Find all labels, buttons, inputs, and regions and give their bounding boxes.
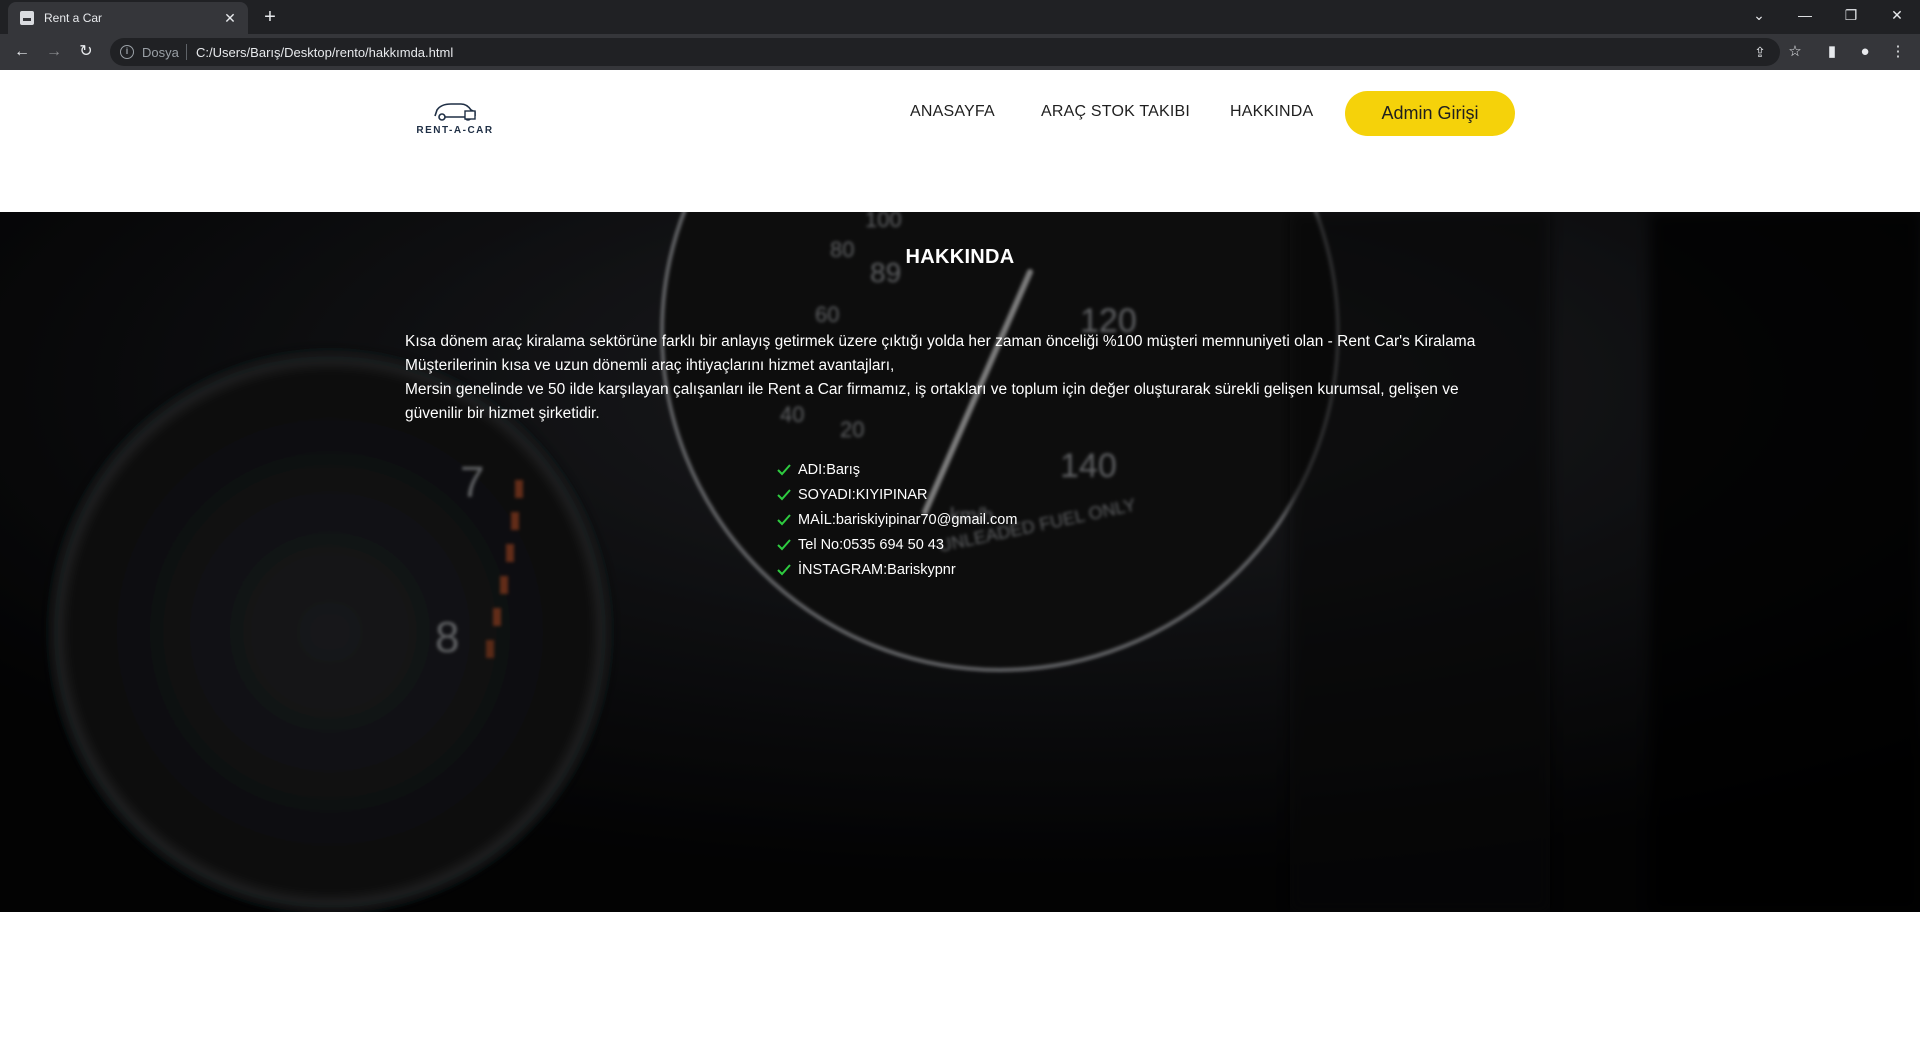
contact-name: ADI:Barış [777, 458, 1017, 483]
nav-link-hakkinda[interactable]: HAKKINDA [1230, 103, 1313, 121]
address-url[interactable]: C:/Users/Barış/Desktop/rento/hakkımda.ht… [196, 45, 453, 60]
reload-icon[interactable]: ↻ [74, 40, 98, 64]
check-icon [777, 489, 791, 501]
plus-icon[interactable]: + [258, 5, 282, 29]
address-scheme: Dosya [142, 45, 179, 60]
contact-text: ADI:Barış [798, 462, 861, 478]
browser-tab[interactable]: Rent a Car ✕ [8, 2, 248, 34]
back-icon[interactable]: ← [10, 40, 34, 64]
address-divider [186, 44, 187, 60]
tab-title: Rent a Car [44, 11, 103, 25]
browser-toolbar: ← → ↻ i Dosya C:/Users/Barış/Desktop/ren… [0, 34, 1920, 70]
about-paragraph-line: Kısa dönem araç kiralama sektörüne farkl… [405, 333, 1476, 374]
close-icon[interactable]: ✕ [1874, 0, 1920, 30]
contact-email: MAİL:bariskiyipinar70@gmail.com [777, 508, 1017, 533]
close-icon[interactable]: ✕ [220, 8, 240, 28]
share-icon[interactable]: ⇪ [1750, 42, 1770, 62]
about-paragraph-line: Mersin genelinde ve 50 ilde karşılayan ç… [405, 381, 1459, 422]
info-icon[interactable]: i [120, 45, 134, 59]
car-logo-icon [434, 103, 476, 121]
contact-text: Tel No:0535 694 50 43 [798, 537, 944, 553]
check-icon [777, 539, 791, 551]
check-icon [777, 564, 791, 576]
about-paragraph: Kısa dönem araç kiralama sektörüne farkl… [405, 330, 1515, 426]
forward-icon[interactable]: → [42, 40, 66, 64]
contact-text: MAİL:bariskiyipinar70@gmail.com [798, 512, 1018, 528]
minimize-icon[interactable]: — [1782, 0, 1828, 30]
contact-text: SOYADI:KIYIPINAR [798, 487, 928, 503]
check-icon [777, 514, 791, 526]
menu-icon[interactable]: ⋮ [1888, 42, 1908, 62]
browser-titlebar: Rent a Car ✕ + ⌄ — ❐ ✕ [0, 0, 1920, 34]
contact-surname: SOYADI:KIYIPINAR [777, 483, 1017, 508]
side-panel-icon[interactable]: ▮ [1822, 42, 1842, 62]
chevron-down-icon[interactable]: ⌄ [1736, 0, 1782, 30]
nav-link-anasayfa[interactable]: ANASAYFA [910, 103, 995, 121]
admin-login-button[interactable]: Admin Girişi [1345, 91, 1515, 136]
hero-section: 7 8 80 100 120 140 60 40 20 89 km/h UNLE… [0, 212, 1920, 912]
address-bar[interactable]: i Dosya C:/Users/Barış/Desktop/rento/hak… [110, 38, 1780, 66]
contact-instagram: İNSTAGRAM:Bariskypnr [777, 558, 1017, 583]
favicon-icon [20, 11, 34, 25]
check-icon [777, 464, 791, 476]
profile-icon[interactable]: ● [1855, 42, 1875, 62]
page-bottom-space [0, 912, 1920, 1040]
about-title: HAKKINDA [905, 246, 1015, 268]
contact-text: İNSTAGRAM:Bariskypnr [798, 562, 956, 578]
bookmark-star-icon[interactable]: ☆ [1785, 42, 1805, 62]
page: RENT-A-CAR ANASAYFA ARAÇ STOK TAKIBI HAK… [0, 70, 1920, 1040]
contact-list: ADI:Barış SOYADI:KIYIPINAR MAİL:bariskiy… [777, 458, 1017, 583]
contact-phone: Tel No:0535 694 50 43 [777, 533, 1017, 558]
logo-text: RENT-A-CAR [416, 125, 494, 136]
restore-icon[interactable]: ❐ [1828, 0, 1874, 30]
site-logo[interactable]: RENT-A-CAR [415, 98, 495, 138]
nav-link-arac-stok-takibi[interactable]: ARAÇ STOK TAKIBI [1041, 103, 1190, 121]
